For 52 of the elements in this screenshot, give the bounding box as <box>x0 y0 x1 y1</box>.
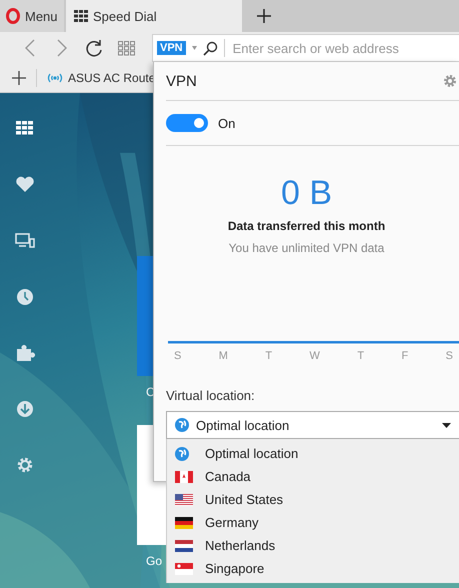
data-note: You have unlimited VPN data <box>228 241 386 255</box>
wifi-icon <box>47 72 63 84</box>
puzzle-icon[interactable] <box>17 345 35 361</box>
location-label: Virtual location: <box>166 388 256 403</box>
reload-icon[interactable] <box>85 39 103 57</box>
caret-icon[interactable] <box>192 46 197 50</box>
location-option[interactable]: Optimal location <box>167 442 459 465</box>
location-option[interactable]: Singapore <box>167 557 459 580</box>
location-option[interactable]: Netherlands <box>167 534 459 557</box>
netherlands-flag-icon <box>175 540 193 552</box>
search-icon[interactable] <box>202 40 218 56</box>
vpn-badge[interactable]: VPN <box>157 41 186 55</box>
grid-icon[interactable] <box>16 121 33 134</box>
forward-icon[interactable] <box>57 39 67 57</box>
globe-icon <box>175 418 189 432</box>
add-icon[interactable] <box>12 71 26 85</box>
browser-tab[interactable]: Speed Dial <box>66 0 242 32</box>
caret-icon <box>442 422 451 428</box>
weekday-label: F <box>401 350 408 362</box>
weekday-label: S <box>446 350 453 362</box>
canada-flag-icon <box>175 470 193 482</box>
usa-flag-icon <box>175 494 193 506</box>
weekday-label: S <box>174 350 182 362</box>
devices-icon[interactable] <box>15 233 35 248</box>
weekday-label: W <box>310 350 320 362</box>
location-option[interactable]: Germany <box>167 511 459 534</box>
location-option[interactable]: Canada <box>167 465 459 488</box>
settings-icon[interactable] <box>443 74 457 88</box>
tile-caption: Go <box>146 554 162 568</box>
data-caption: Data transferred this month <box>226 219 386 233</box>
weekday-label: M <box>218 350 228 362</box>
address-field[interactable]: VPN Enter search or web address <box>152 34 459 62</box>
browser-tab[interactable]: Menu <box>0 0 64 32</box>
vpn-toggle[interactable] <box>166 114 208 132</box>
toggle-label: On <box>218 116 236 130</box>
location-select[interactable]: Optimal location <box>166 411 459 439</box>
popup-title: VPN <box>166 72 197 90</box>
opera-logo-icon <box>6 8 20 24</box>
download-icon[interactable] <box>17 401 33 417</box>
clock-icon[interactable] <box>17 289 33 305</box>
location-option[interactable]: United States <box>167 488 459 511</box>
globe-icon <box>175 446 189 460</box>
new-tab-icon[interactable] <box>256 8 272 24</box>
germany-flag-icon <box>175 516 193 528</box>
data-amount: 0 B <box>280 174 334 213</box>
weekday-label: T <box>265 350 272 362</box>
back-icon[interactable] <box>25 39 35 57</box>
singapore-flag-icon <box>175 562 193 574</box>
weekday-label: T <box>357 350 364 362</box>
grid-icon <box>74 10 88 22</box>
heart-icon[interactable] <box>16 176 34 192</box>
grid-icon[interactable] <box>118 40 134 56</box>
